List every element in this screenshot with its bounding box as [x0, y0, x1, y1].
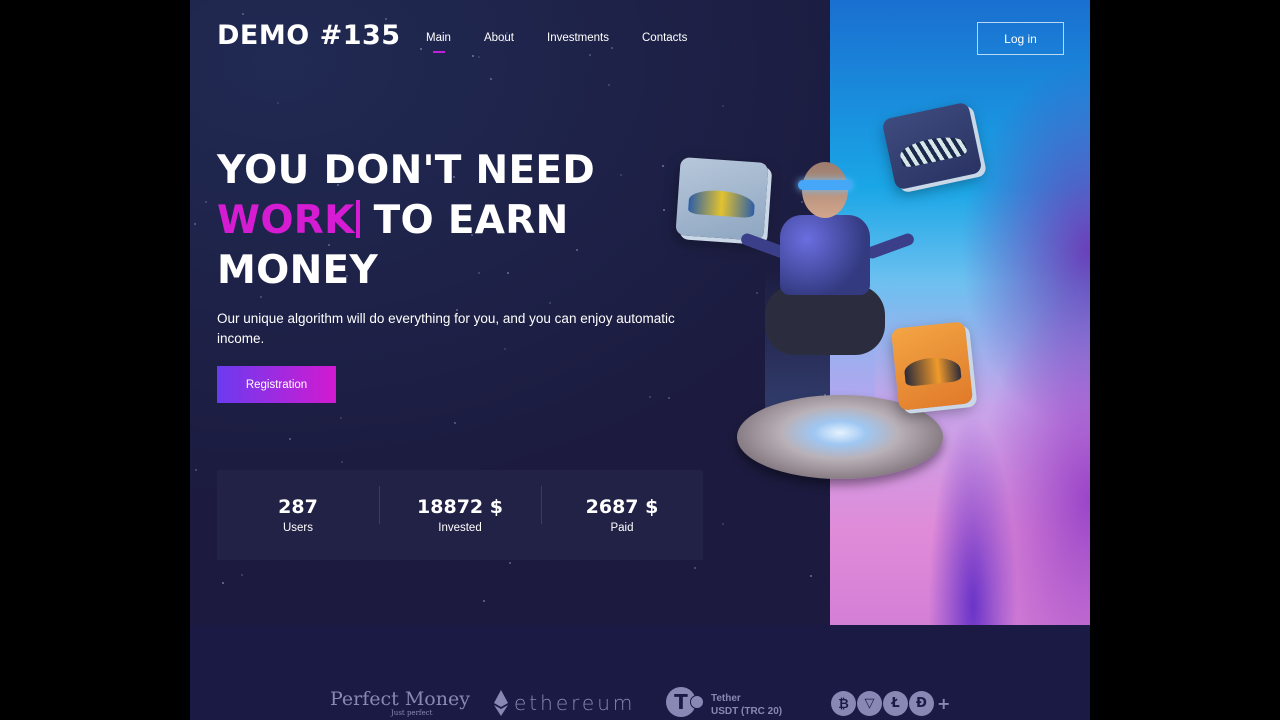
- perfect-money-logo: Perfect Money: [330, 688, 470, 710]
- login-button[interactable]: Log in: [977, 22, 1064, 55]
- star: [809, 574, 812, 577]
- vr-visor: [798, 180, 852, 190]
- tether-network: USDT (TRC 20): [711, 706, 783, 717]
- stat-value: 287: [278, 496, 318, 518]
- tron-badge-icon: [690, 695, 704, 709]
- nav-investments[interactable]: Investments: [547, 32, 609, 44]
- stat-value: 18872 $: [417, 496, 503, 518]
- star: [548, 302, 551, 305]
- star: [194, 223, 197, 226]
- star: [509, 561, 512, 564]
- tron-icon: ▽: [857, 691, 882, 716]
- star: [259, 296, 262, 299]
- avatar-body: [780, 215, 870, 295]
- star: [693, 567, 696, 570]
- stat-paid: 2687 $ Paid: [541, 486, 703, 534]
- sneaker-image: [903, 354, 962, 387]
- sneaker-card-yellow: [675, 157, 769, 241]
- star: [490, 77, 493, 80]
- hero-subtext: Our unique algorithm will do everything …: [217, 311, 675, 346]
- litecoin-icon: Ł: [883, 691, 908, 716]
- headline-line-3: MONEY: [217, 248, 378, 293]
- star: [661, 165, 664, 168]
- tether-name: Tether: [711, 693, 741, 704]
- star: [277, 102, 280, 105]
- star: [648, 396, 651, 399]
- stat-users: 287 Users: [217, 496, 379, 534]
- star: [341, 460, 344, 463]
- bitcoin-icon: ₿: [831, 691, 856, 716]
- star: [610, 47, 613, 50]
- stat-label: Paid: [610, 522, 634, 534]
- star: [195, 468, 198, 471]
- hero-headline: YOU DON'T NEED WORK TO EARN MONEY: [217, 146, 595, 296]
- avatar-head: [802, 162, 848, 218]
- stat-label: Invested: [438, 522, 482, 534]
- sneaker-card-zebra: [881, 101, 983, 191]
- nav-main[interactable]: Main: [426, 32, 451, 53]
- landing-page: DEMO #135 Main About Investments Contact…: [190, 0, 1090, 720]
- sneaker-card-orange: [890, 321, 974, 411]
- main-nav: Main About Investments Contacts: [426, 32, 720, 53]
- star: [483, 599, 486, 602]
- headline-line-1: YOU DON'T NEED: [217, 148, 596, 193]
- ethereum-logo: ethereum: [514, 691, 636, 715]
- star: [420, 47, 423, 50]
- typing-cursor: [355, 200, 360, 238]
- registration-button[interactable]: Registration: [217, 366, 336, 403]
- stats-panel: 287 Users 18872 $ Invested 2687 $ Paid: [217, 470, 703, 560]
- coin-list: ₿ ▽ Ł Ð +: [831, 691, 950, 716]
- more-coins-icon: +: [937, 694, 951, 713]
- star: [453, 422, 456, 425]
- site-logo[interactable]: DEMO #135: [217, 20, 401, 51]
- star: [205, 200, 208, 203]
- star: [340, 416, 343, 419]
- star: [472, 55, 475, 58]
- star: [619, 174, 622, 177]
- sneaker-image: [687, 188, 756, 219]
- avatar-legs: [765, 285, 885, 355]
- stat-invested: 18872 $ Invested: [379, 486, 541, 534]
- star: [478, 55, 481, 58]
- star: [721, 522, 724, 525]
- ethereum-icon: [494, 690, 508, 716]
- star: [288, 438, 291, 441]
- sneaker-image: [897, 132, 968, 169]
- star: [662, 209, 665, 212]
- stat-value: 2687 $: [585, 496, 659, 518]
- headline-accent-word: WORK: [217, 198, 355, 243]
- nav-contacts[interactable]: Contacts: [642, 32, 687, 44]
- headline-line-2: TO EARN: [373, 198, 569, 243]
- star: [607, 84, 610, 87]
- dogecoin-icon: Ð: [909, 691, 934, 716]
- avatar-arm-right: [864, 231, 916, 261]
- star: [589, 53, 592, 56]
- payment-methods: Perfect Money Just perfect ethereum T Te…: [190, 683, 1090, 720]
- star: [222, 582, 225, 585]
- star: [242, 13, 245, 16]
- nav-about[interactable]: About: [484, 32, 514, 44]
- perfect-money-tagline: Just perfect: [391, 709, 433, 717]
- hero-illustration: [670, 100, 990, 485]
- star: [240, 574, 243, 577]
- stat-label: Users: [282, 522, 314, 534]
